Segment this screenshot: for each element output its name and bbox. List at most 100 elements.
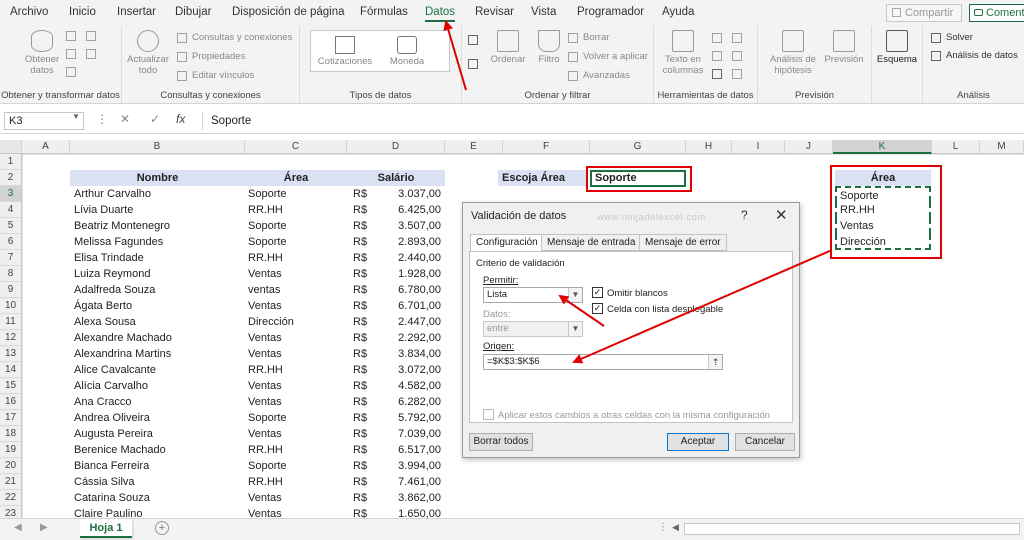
row-header[interactable]: 18 <box>0 426 22 442</box>
cell-salario[interactable]: 6.780,00 <box>377 282 445 298</box>
data-types-gallery[interactable]: Cotizaciones Moneda <box>310 30 450 72</box>
cell-area[interactable]: RR.HH <box>245 250 347 266</box>
cell-salario[interactable]: 3.862,00 <box>377 490 445 506</box>
cell-nombre[interactable]: Catarina Souza <box>70 490 245 506</box>
cell-area[interactable]: Ventas <box>245 266 347 282</box>
column-header[interactable]: K <box>833 140 932 154</box>
row-header[interactable]: 20 <box>0 458 22 474</box>
cell-currency[interactable]: R$ <box>347 218 377 234</box>
filtro-button[interactable]: Filtro <box>532 30 566 65</box>
solver-button[interactable]: Solver <box>931 32 973 44</box>
cell-nombre[interactable]: Cássia Silva <box>70 474 245 490</box>
cell-salario[interactable]: 2.440,00 <box>377 250 445 266</box>
cell-area[interactable]: Soporte <box>245 234 347 250</box>
menu-insertar[interactable]: Insertar <box>117 6 156 18</box>
prev-sheet-icon[interactable]: ◀ <box>14 522 22 533</box>
cell-area[interactable]: Soporte <box>245 218 347 234</box>
cell-area[interactable]: Ventas <box>245 378 347 394</box>
row-header[interactable]: 12 <box>0 330 22 346</box>
origen-input[interactable]: =$K$3:$K$6 ⇡ <box>483 354 723 370</box>
consultas-button[interactable]: Consultas y conexiones <box>177 32 292 44</box>
analisis-datos-button[interactable]: Análisis de datos <box>931 50 1018 62</box>
row-header[interactable]: 6 <box>0 234 22 250</box>
cell-salario[interactable]: 1.650,00 <box>377 506 445 518</box>
cell-area[interactable]: ventas <box>245 282 347 298</box>
borrar-filter-button[interactable]: Borrar <box>568 32 609 44</box>
row-header[interactable]: 15 <box>0 378 22 394</box>
permitir-select[interactable]: Lista ▼ <box>483 287 583 303</box>
column-header[interactable]: C <box>245 140 347 154</box>
help-icon[interactable]: ? <box>741 208 748 222</box>
row-header[interactable]: 3 <box>0 186 22 202</box>
column-header[interactable]: A <box>22 140 70 154</box>
cell-nombre[interactable]: Ana Cracco <box>70 394 245 410</box>
row-header[interactable]: 17 <box>0 410 22 426</box>
row-header[interactable]: 13 <box>0 346 22 362</box>
cell-area[interactable]: RR.HH <box>245 442 347 458</box>
chevron-down-icon[interactable]: ▼ <box>568 288 582 302</box>
menu-dibujar[interactable]: Dibujar <box>175 6 211 18</box>
menu-datos[interactable]: Datos <box>425 6 456 22</box>
texto-columnas-button[interactable]: Texto en columnas <box>658 30 708 76</box>
menu-inicio[interactable]: Inicio <box>69 6 96 18</box>
cell-nombre[interactable]: Augusta Pereira <box>70 426 245 442</box>
cell-currency[interactable]: R$ <box>347 250 377 266</box>
row-header[interactable]: 9 <box>0 282 22 298</box>
cell-currency[interactable]: R$ <box>347 394 377 410</box>
escoja-label[interactable]: Escoja Área <box>498 170 586 186</box>
cell-nombre[interactable]: Alexa Sousa <box>70 314 245 330</box>
cell-salario[interactable]: 1.928,00 <box>377 266 445 282</box>
row-header[interactable]: 22 <box>0 490 22 506</box>
cancel-icon[interactable]: ✕ <box>120 112 130 126</box>
row-header[interactable]: 5 <box>0 218 22 234</box>
cell-area[interactable]: Ventas <box>245 346 347 362</box>
cell-nombre[interactable]: Alice Cavalcante <box>70 362 245 378</box>
cell-salario[interactable]: 6.517,00 <box>377 442 445 458</box>
cell-currency[interactable]: R$ <box>347 186 377 202</box>
menu-archivo[interactable]: Archivo <box>10 6 48 18</box>
select-all-corner[interactable] <box>0 140 22 154</box>
comments-button[interactable]: Coment <box>969 4 1024 22</box>
cell-nombre[interactable]: Claire Paulino <box>70 506 245 518</box>
menu-vista[interactable]: Vista <box>531 6 556 18</box>
row-header[interactable]: 10 <box>0 298 22 314</box>
column-header[interactable]: G <box>590 140 686 154</box>
tab-mensaje-entrada[interactable]: Mensaje de entrada <box>541 234 642 251</box>
menu-formulas[interactable]: Fórmulas <box>360 6 408 18</box>
volver-aplicar-button[interactable]: Volver a aplicar <box>568 51 648 63</box>
menu-programador[interactable]: Programador <box>577 6 644 18</box>
prevision-button[interactable]: Previsión <box>822 30 866 65</box>
cell-currency[interactable]: R$ <box>347 442 377 458</box>
aceptar-button[interactable]: Aceptar <box>667 433 729 451</box>
cell-area[interactable]: Soporte <box>245 186 347 202</box>
cell-currency[interactable]: R$ <box>347 298 377 314</box>
menu-revisar[interactable]: Revisar <box>475 6 514 18</box>
row-header[interactable]: 2 <box>0 170 22 186</box>
cell-salario[interactable]: 7.039,00 <box>377 426 445 442</box>
tab-configuracion[interactable]: Configuración <box>470 234 544 252</box>
cell-currency[interactable]: R$ <box>347 490 377 506</box>
cell-nombre[interactable]: Alexandre Machado <box>70 330 245 346</box>
header-nombre[interactable]: Nombre <box>70 170 245 186</box>
cell-nombre[interactable]: Ágata Berto <box>70 298 245 314</box>
cell-nombre[interactable]: Andrea Oliveira <box>70 410 245 426</box>
collapse-dialog-icon[interactable]: ⇡ <box>708 355 722 369</box>
cell-salario[interactable]: 2.893,00 <box>377 234 445 250</box>
omitir-checkbox[interactable]: ✓ <box>592 287 603 298</box>
cell-salario[interactable]: 4.582,00 <box>377 378 445 394</box>
column-header[interactable]: H <box>686 140 732 154</box>
cell-nombre[interactable]: Bianca Ferreira <box>70 458 245 474</box>
row-header[interactable]: 7 <box>0 250 22 266</box>
cell-nombre[interactable]: Lívia Duarte <box>70 202 245 218</box>
cell-salario[interactable]: 3.834,00 <box>377 346 445 362</box>
column-header[interactable]: E <box>445 140 503 154</box>
cell-area[interactable]: Soporte <box>245 458 347 474</box>
cell-area[interactable]: Ventas <box>245 394 347 410</box>
cell-salario[interactable]: 2.292,00 <box>377 330 445 346</box>
cell-area[interactable]: Ventas <box>245 426 347 442</box>
cell-currency[interactable]: R$ <box>347 202 377 218</box>
cell-area[interactable]: RR.HH <box>245 362 347 378</box>
cell-salario[interactable]: 3.994,00 <box>377 458 445 474</box>
cell-area[interactable]: Ventas <box>245 330 347 346</box>
formula-input[interactable]: Soporte <box>202 112 1020 130</box>
